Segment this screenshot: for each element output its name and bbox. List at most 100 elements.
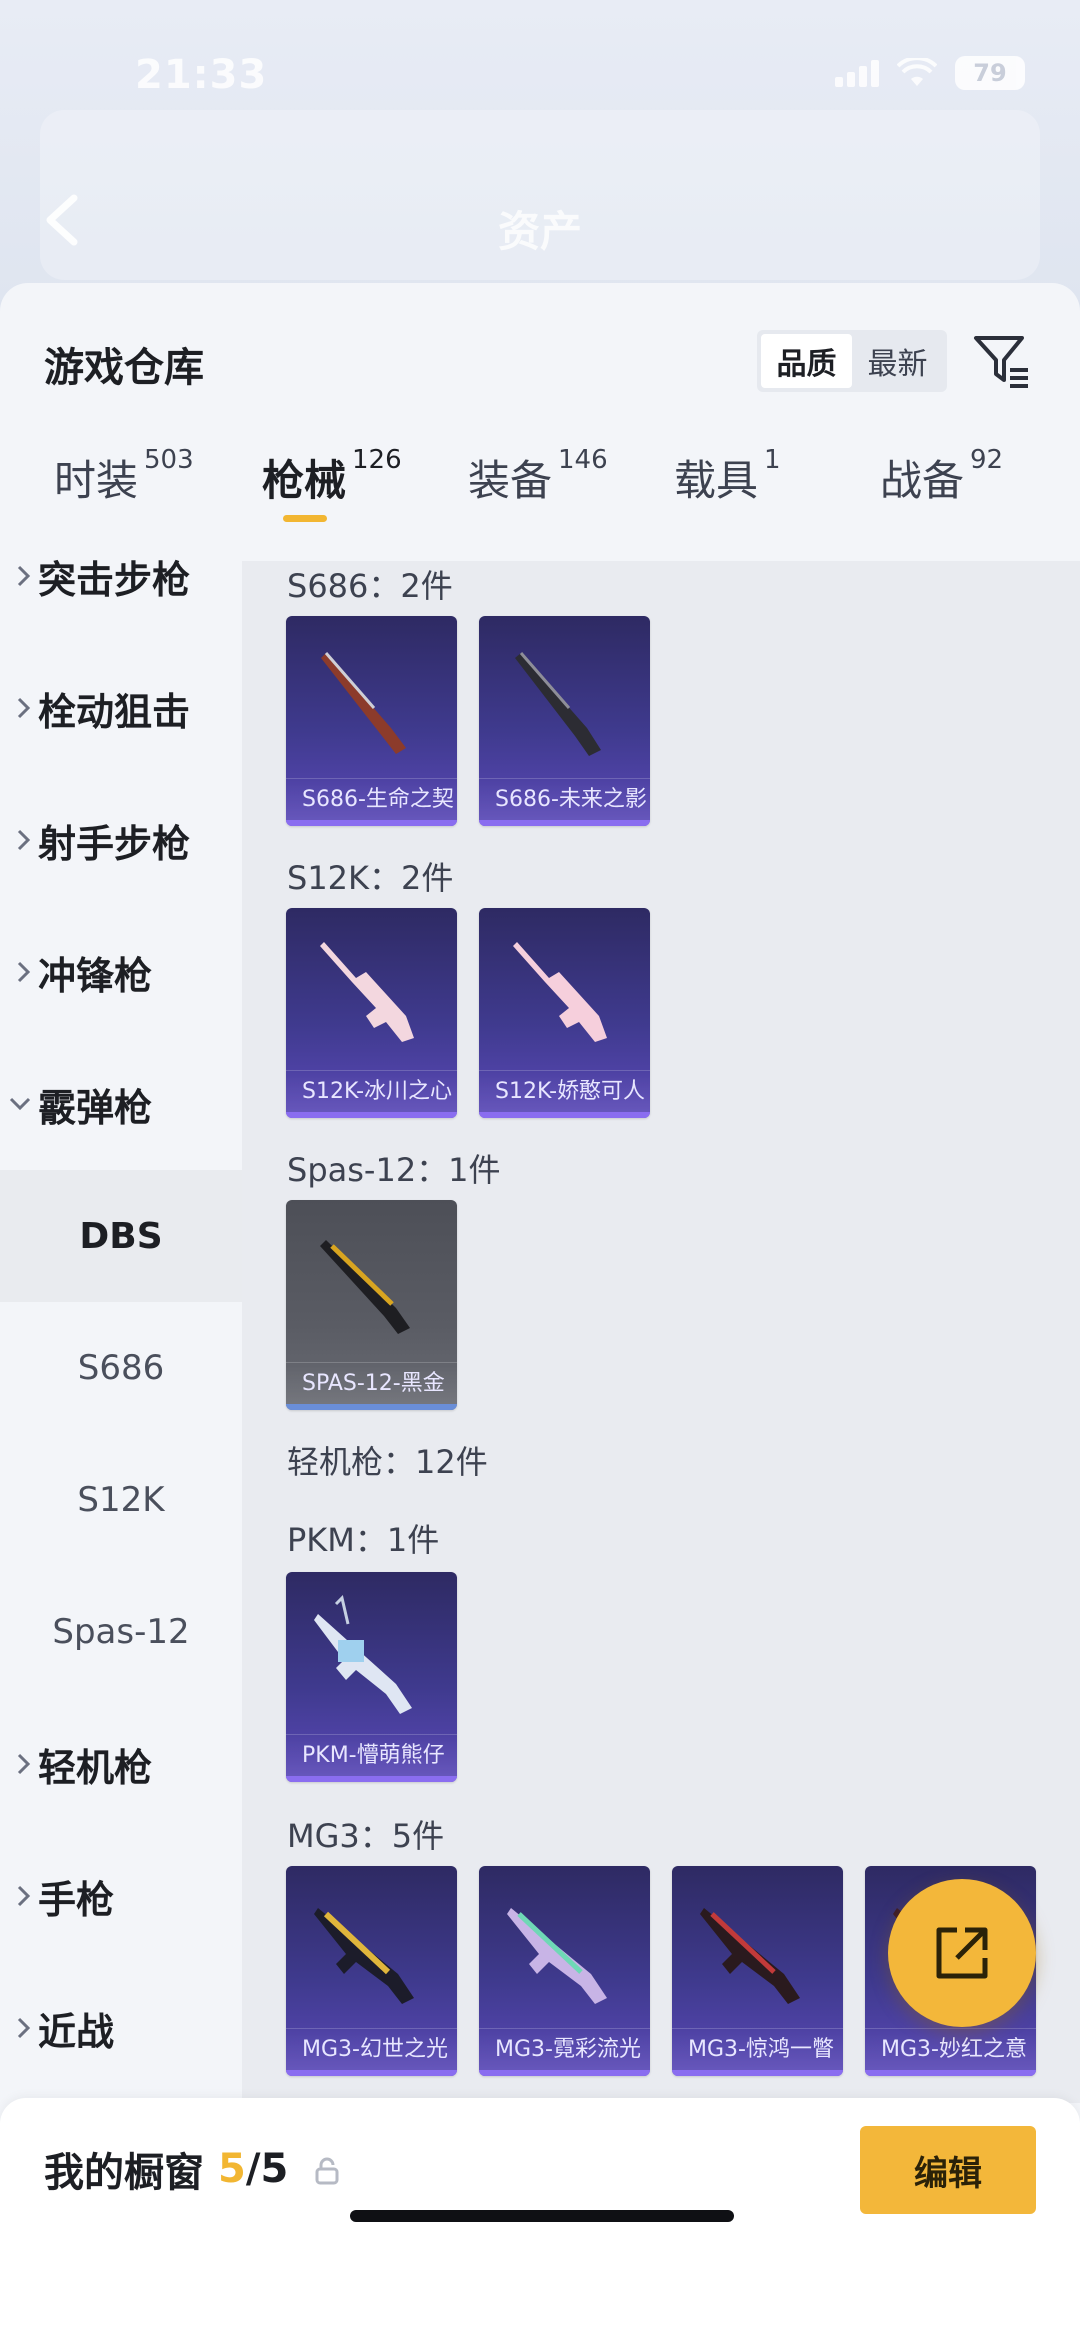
tab-label: 载具 <box>674 456 759 505</box>
shotgun-icon <box>320 1240 410 1334</box>
battery-indicator: 79 <box>955 56 1025 90</box>
tab-vehicles[interactable]: 载具 1 <box>674 445 781 508</box>
tab-equipment[interactable]: 装备 146 <box>468 445 608 508</box>
chevron-down-icon <box>0 1096 38 1112</box>
chevron-right-icon <box>0 696 38 720</box>
weapon-card-name: SPAS-12-黑金 <box>286 1362 457 1404</box>
weapon-card[interactable]: S686-未来之影 <box>479 616 650 826</box>
showcase-current-count: 5 <box>218 2146 246 2192</box>
sort-quality-button[interactable]: 品质 <box>761 334 852 388</box>
rifle-icon <box>513 942 607 1042</box>
filter-icon[interactable] <box>970 328 1034 392</box>
chevron-right-icon <box>0 1752 38 1776</box>
share-button[interactable] <box>888 1879 1036 2027</box>
weapon-card[interactable]: MG3-幻世之光 <box>286 1866 457 2076</box>
tab-count: 126 <box>352 445 402 475</box>
sort-toggle: 品质 最新 <box>757 330 947 392</box>
nav-item-label: 射手步枪 <box>38 821 191 866</box>
showcase-label: 我的橱窗 <box>44 2150 204 2196</box>
chevron-right-icon <box>0 564 38 588</box>
lock-icon <box>315 2157 339 2185</box>
shotgun-icon <box>321 652 406 754</box>
weapon-card-name: MG3-霓彩流光 <box>479 2028 650 2070</box>
weapon-card[interactable]: S12K-冰川之心 <box>286 908 457 1118</box>
nav-item-label: 霰弹枪 <box>38 1085 153 1130</box>
home-indicator <box>350 2210 734 2222</box>
chevron-right-icon <box>0 828 38 852</box>
page-title: 资产 <box>497 207 582 256</box>
nav-sub-s686[interactable]: S686 <box>0 1302 242 1434</box>
nav-item-marksman-rifle[interactable]: 射手步枪 <box>0 774 242 906</box>
nav-item-label: 手枪 <box>38 1877 115 1922</box>
nav-sub-dbs[interactable]: DBS <box>0 1170 242 1302</box>
signal-icon <box>835 59 879 87</box>
nav-item-bolt-sniper[interactable]: 栓动狙击 <box>0 642 242 774</box>
nav-item-pistol[interactable]: 手枪 <box>0 1830 242 1962</box>
section-heading: PKM：1件 <box>287 1521 440 1559</box>
weapon-card[interactable]: MG3-惊鸿一瞥 <box>672 1866 843 2076</box>
chevron-right-icon <box>0 960 38 984</box>
nav-item-label: 轻机枪 <box>38 1745 153 1790</box>
tab-label: 时装 <box>54 456 139 505</box>
weapon-card[interactable]: SPAS-12-黑金 <box>286 1200 457 1410</box>
tab-label: 装备 <box>468 456 553 505</box>
tab-count: 92 <box>970 445 1004 475</box>
weapon-card[interactable]: S12K-娇憨可人 <box>479 908 650 1118</box>
tab-label: 战备 <box>880 456 965 505</box>
tab-supplies[interactable]: 战备 92 <box>880 445 1004 508</box>
section-heading: S12K：2件 <box>287 859 454 897</box>
weapon-grid: S686：2件 S686-生命之契 S686-未来之影 S12K：2件 S12K… <box>242 561 1080 2103</box>
machine-gun-icon <box>700 1908 800 2004</box>
weapon-card-name: PKM-懵萌熊仔 <box>286 1734 457 1776</box>
weapon-card[interactable]: MG3-霓彩流光 <box>479 1866 650 2076</box>
status-time: 21:33 <box>135 52 268 98</box>
weapon-category-nav: 突击步枪 栓动狙击 射手步枪 冲锋枪 霰弹枪 DBS S686 S12K Spa… <box>0 543 242 2103</box>
weapon-card-name: S686-生命之契 <box>286 778 457 820</box>
machine-gun-icon <box>314 1908 414 2004</box>
machine-gun-icon <box>314 1595 412 1714</box>
tab-count: 146 <box>558 445 608 475</box>
sheet-title: 游戏仓库 <box>44 345 204 391</box>
active-tab-indicator <box>283 515 327 522</box>
nav-item-melee[interactable]: 近战 <box>0 1962 242 2094</box>
weapon-card-name: S12K-娇憨可人 <box>479 1070 650 1112</box>
weapon-card-name: MG3-幻世之光 <box>286 2028 457 2070</box>
nav-item-lmg[interactable]: 轻机枪 <box>0 1698 242 1830</box>
status-icons: 79 <box>835 56 1025 90</box>
weapon-card-name: MG3-妙红之意 <box>865 2028 1036 2070</box>
nav-item-label: 栓动狙击 <box>38 689 191 734</box>
machine-gun-icon <box>507 1908 607 2004</box>
tab-fashion[interactable]: 时装 503 <box>54 445 194 508</box>
weapon-card-name: S686-未来之影 <box>479 778 650 820</box>
sort-newest-button[interactable]: 最新 <box>852 334 943 388</box>
showcase-total-count: /5 <box>245 2146 289 2192</box>
shotgun-icon <box>515 652 601 756</box>
weapon-card-name: S12K-冰川之心 <box>286 1070 457 1112</box>
tab-guns[interactable]: 枪械 126 <box>262 445 402 508</box>
tab-count: 1 <box>764 445 781 475</box>
section-heading: Spas-12：1件 <box>287 1151 501 1189</box>
chevron-right-icon <box>0 2016 38 2040</box>
nav-item-smg[interactable]: 冲锋枪 <box>0 906 242 1038</box>
nav-item-shotgun[interactable]: 霰弹枪 <box>0 1038 242 1170</box>
weapon-card[interactable]: S686-生命之契 <box>286 616 457 826</box>
tab-count: 503 <box>144 445 194 475</box>
edit-button[interactable]: 编辑 <box>860 2126 1036 2214</box>
section-heading: S686：2件 <box>287 567 453 605</box>
nav-item-label: 冲锋枪 <box>38 953 153 998</box>
nav-item-assault-rifle[interactable]: 突击步枪 <box>0 510 242 642</box>
nav-sub-s12k[interactable]: S12K <box>0 1434 242 1566</box>
nav-item-label: 突击步枪 <box>38 557 191 602</box>
chevron-right-icon <box>0 1884 38 1908</box>
tab-label: 枪械 <box>262 456 347 505</box>
wifi-icon <box>897 58 937 86</box>
weapon-card-name: MG3-惊鸿一瞥 <box>672 2028 843 2070</box>
share-external-icon <box>936 1927 988 1979</box>
rifle-icon <box>320 942 414 1042</box>
section-heading: MG3：5件 <box>287 1817 445 1855</box>
nav-sub-spas12[interactable]: Spas-12 <box>0 1566 242 1698</box>
showcase-info: 我的橱窗 5 /5 <box>44 2140 340 2198</box>
weapon-card[interactable]: PKM-懵萌熊仔 <box>286 1572 457 1782</box>
section-heading: 轻机枪：12件 <box>287 1443 488 1481</box>
warehouse-sheet: 游戏仓库 品质 最新 时装 503 枪械 126 装备 146 载具 1 战备 … <box>0 283 1080 2341</box>
